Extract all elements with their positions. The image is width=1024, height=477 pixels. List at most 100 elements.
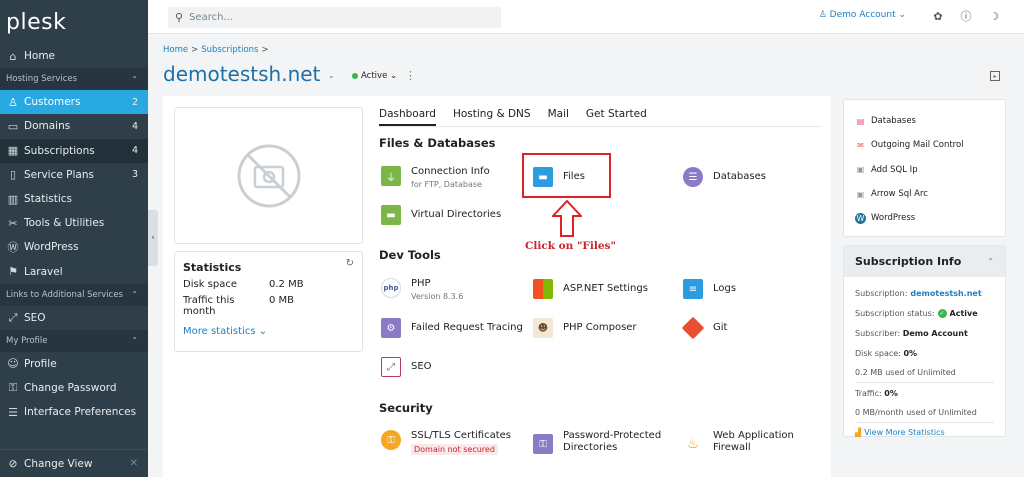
tool-ssl-certificates[interactable]: ⚿ SSL/TLS Certificates Domain not secured (381, 430, 511, 455)
sidebar-item-home[interactable]: ⌂ Home (0, 44, 148, 68)
sidebar-item-service-plans[interactable]: ▯ Service Plans 3 (0, 163, 148, 187)
extensions-icon[interactable]: ✿ (930, 8, 946, 24)
tool-seo[interactable]: ⤢ SEO (381, 357, 432, 377)
chevron-up-icon: ⌃ (987, 257, 994, 266)
tool-virtual-directories[interactable]: ▬ Virtual Directories (381, 205, 501, 225)
collapse-sidebar-button[interactable]: ‹ (148, 210, 158, 266)
plesk-logo[interactable]: plesk (0, 0, 148, 44)
section-additional-services[interactable]: Links to Additional Services ⌃ (0, 283, 148, 306)
check-icon: ✓ (937, 308, 947, 318)
tab-get-started[interactable]: Get Started (586, 108, 647, 126)
sidebar-item-wordpress[interactable]: Ⓦ WordPress (0, 235, 148, 259)
help-icon[interactable]: ⓘ (958, 8, 974, 24)
traffic-row: Traffic: 0% (855, 383, 994, 403)
tool-failed-request-tracing[interactable]: ⚙ Failed Request Tracing (381, 318, 523, 338)
git-icon (681, 316, 705, 340)
flame-icon: ♨ (683, 434, 703, 454)
tool-aspnet-settings[interactable]: ASP.NET Settings (533, 279, 648, 299)
breadcrumb-separator: > (191, 45, 199, 55)
main-panel: Statistics ↻ Disk space 0.2 MB Traffic t… (163, 96, 831, 477)
subscription-row: Subscription: demotestsh.net (855, 283, 994, 303)
breadcrumb: Home > Subscriptions > (163, 45, 272, 55)
tool-subtitle: Version 8.3.6 (411, 292, 464, 301)
sidebar-item-label: Domains (24, 120, 71, 133)
tool-php[interactable]: php PHP Version 8.3.6 (381, 278, 463, 301)
tool-databases[interactable]: ☰ Databases (683, 167, 766, 187)
chevron-down-icon[interactable]: ⌄ (328, 71, 335, 80)
sidebar-item-laravel[interactable]: ⚑ Laravel (0, 260, 148, 284)
section-my-profile[interactable]: My Profile ⌃ (0, 329, 148, 352)
sidebar-item-label: Interface Preferences (24, 406, 137, 419)
sidebar-item-label: Change Password (24, 382, 117, 395)
sidebar-item-interface-preferences[interactable]: ☰ Interface Preferences (0, 400, 148, 424)
link-databases[interactable]: ▤ Databases (844, 109, 1005, 133)
sidebar-item-label: Laravel (24, 265, 63, 278)
sidebar-item-profile[interactable]: ☺ Profile (0, 352, 148, 376)
database-icon: ☰ (683, 167, 703, 187)
sidebar-item-statistics[interactable]: ▥ Statistics (0, 187, 148, 211)
tool-password-protected-dirs[interactable]: ⚿ Password-Protected Directories (533, 430, 663, 454)
sidebar-item-domains[interactable]: ▭ Domains 4 (0, 114, 148, 138)
tool-logs[interactable]: ≡ Logs (683, 279, 736, 299)
breadcrumb-home[interactable]: Home (163, 45, 188, 55)
top-bar: ⚲ Search... ♙ Demo Account ⌄ ✿ ⓘ ☽ (148, 0, 1024, 34)
chevron-left-icon: ‹ (151, 233, 155, 243)
close-icon[interactable]: ✕ (130, 458, 138, 469)
windows-icon (533, 279, 553, 299)
tool-git[interactable]: Git (681, 316, 727, 340)
info-label: Traffic: (855, 388, 882, 398)
wordpress-icon: Ⓦ (7, 241, 19, 255)
toggle-panel-icon[interactable]: ▸ (990, 71, 1000, 81)
status-dot (352, 73, 358, 79)
sidebar-item-customers[interactable]: ♙ Customers 2 (0, 90, 148, 115)
tools-icon: ✂ (8, 216, 18, 230)
link-wordpress[interactable]: W WordPress (844, 206, 1005, 230)
user-icon: ♙ (818, 10, 830, 20)
quick-links-card: ▤ Databases ✉ Outgoing Mail Control ▣ Ad… (843, 99, 1006, 237)
section-label: Hosting Services (6, 74, 78, 85)
tool-name: Failed Request Tracing (411, 322, 523, 333)
link-outgoing-mail-control[interactable]: ✉ Outgoing Mail Control (844, 133, 1005, 157)
sidebar-item-tools[interactable]: ✂ Tools & Utilities (0, 211, 148, 235)
sidebar-item-seo[interactable]: ⤢ SEO (0, 306, 148, 330)
section-hosting-services[interactable]: Hosting Services ⌃ (0, 68, 148, 91)
link-add-sql-ip[interactable]: ▣ Add SQL Ip (844, 158, 1005, 182)
sidebar-item-label: Profile (24, 357, 57, 370)
account-menu[interactable]: ♙ Demo Account ⌄ (819, 10, 906, 20)
php-icon: php (381, 278, 401, 298)
dark-mode-icon[interactable]: ☽ (986, 8, 1002, 24)
subscription-info-header[interactable]: Subscription Info ⌃ (844, 246, 1005, 277)
refresh-icon[interactable]: ↻ (346, 258, 354, 269)
tool-connection-info[interactable]: ⏚ Connection Info for FTP, Database (381, 166, 490, 189)
breadcrumb-subscriptions[interactable]: Subscriptions (201, 45, 258, 55)
tool-php-composer[interactable]: ☻ PHP Composer (533, 318, 637, 338)
status-dropdown[interactable]: Active ⌄ (352, 71, 397, 81)
stat-value: 0.2 MB (269, 279, 304, 290)
monitor-icon: ▭ (7, 119, 19, 133)
stat-row-traffic: Traffic this month 0 MB (183, 295, 354, 317)
tool-name: Password-Protected Directories (563, 430, 662, 453)
chevron-up-icon: ⌃ (131, 336, 138, 346)
site-preview[interactable] (174, 107, 363, 244)
link-arrow-sql-arc[interactable]: ▣ Arrow Sql Arc (844, 182, 1005, 206)
search-input[interactable]: ⚲ Search... (168, 7, 501, 28)
more-options-icon[interactable]: ⋮ (405, 69, 416, 82)
sidebar-item-change-password[interactable]: ⚿ Change Password (0, 376, 148, 400)
sidebar-item-subscriptions[interactable]: ▦ Subscriptions 4 (0, 138, 148, 163)
tool-web-application-firewall[interactable]: ♨ Web Application Firewall (683, 430, 798, 454)
view-more-statistics-link[interactable]: ▟ View More Statistics (855, 428, 994, 437)
info-label: Subscriber: (855, 328, 901, 338)
more-statistics-link[interactable]: More statistics ⌄ (183, 326, 354, 337)
tab-hosting-dns[interactable]: Hosting & DNS (453, 108, 531, 126)
no-preview-icon (237, 144, 300, 207)
tab-mail[interactable]: Mail (548, 108, 569, 126)
seo-icon: ⤢ (8, 310, 18, 324)
change-view-button[interactable]: ⊘ Change View ✕ (0, 449, 148, 477)
book-icon: ▯ (9, 168, 17, 182)
subscription-link[interactable]: demotestsh.net (910, 289, 981, 298)
document-icon: ≡ (683, 279, 703, 299)
link-label: Arrow Sql Arc (871, 189, 928, 200)
tab-dashboard[interactable]: Dashboard (379, 108, 436, 126)
annotation-arrow-up-icon (552, 200, 582, 237)
tool-name: Databases (713, 171, 766, 182)
